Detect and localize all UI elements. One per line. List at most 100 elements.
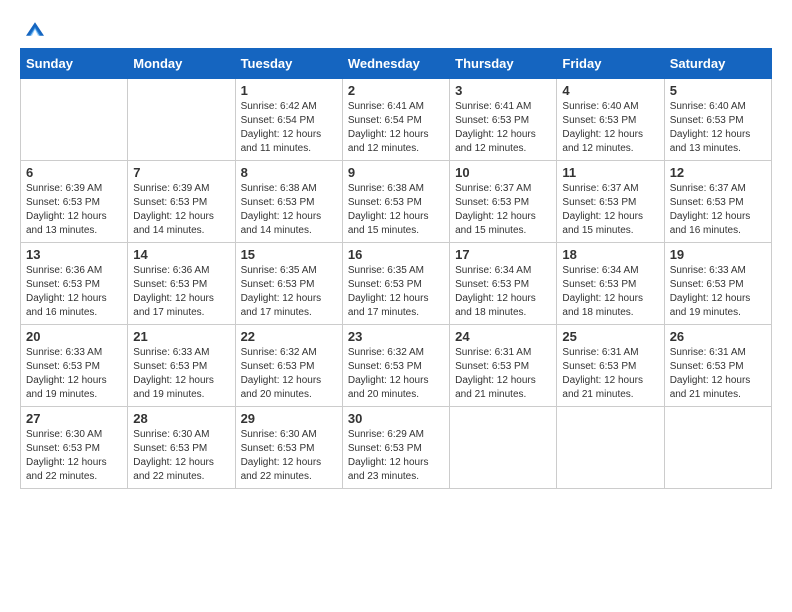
calendar-cell: 4 Sunrise: 6:40 AMSunset: 6:53 PMDaylight…	[557, 79, 664, 161]
weekday-header-sunday: Sunday	[21, 49, 128, 79]
calendar-cell: 17 Sunrise: 6:34 AMSunset: 6:53 PMDayligh…	[450, 243, 557, 325]
day-number: 15	[241, 247, 337, 262]
weekday-header-thursday: Thursday	[450, 49, 557, 79]
day-number: 25	[562, 329, 658, 344]
calendar-body: 1 Sunrise: 6:42 AMSunset: 6:54 PMDaylight…	[21, 79, 772, 489]
day-number: 19	[670, 247, 766, 262]
day-number: 10	[455, 165, 551, 180]
day-info: Sunrise: 6:35 AMSunset: 6:53 PMDaylight:…	[241, 264, 337, 320]
week-row-3: 13 Sunrise: 6:36 AMSunset: 6:53 PMDayligh…	[21, 243, 772, 325]
day-info: Sunrise: 6:30 AMSunset: 6:53 PMDaylight:…	[133, 428, 229, 484]
day-number: 8	[241, 165, 337, 180]
day-info: Sunrise: 6:31 AMSunset: 6:53 PMDaylight:…	[455, 346, 551, 402]
day-info: Sunrise: 6:31 AMSunset: 6:53 PMDaylight:…	[562, 346, 658, 402]
day-info: Sunrise: 6:30 AMSunset: 6:53 PMDaylight:…	[241, 428, 337, 484]
calendar-cell: 24 Sunrise: 6:31 AMSunset: 6:53 PMDayligh…	[450, 325, 557, 407]
day-number: 3	[455, 83, 551, 98]
logo-icon	[26, 20, 44, 38]
calendar-cell: 10Sunrise: 6:37 AMSunset: 6:53 PMDayligh…	[450, 161, 557, 243]
calendar-table: SundayMondayTuesdayWednesdayThursdayFrid…	[20, 48, 772, 489]
day-info: Sunrise: 6:33 AMSunset: 6:53 PMDaylight:…	[670, 264, 766, 320]
day-number: 13	[26, 247, 122, 262]
calendar-cell: 6 Sunrise: 6:39 AMSunset: 6:53 PMDaylight…	[21, 161, 128, 243]
weekday-header-monday: Monday	[128, 49, 235, 79]
week-row-1: 1 Sunrise: 6:42 AMSunset: 6:54 PMDaylight…	[21, 79, 772, 161]
calendar-cell: 1 Sunrise: 6:42 AMSunset: 6:54 PMDaylight…	[235, 79, 342, 161]
day-info: Sunrise: 6:41 AMSunset: 6:54 PMDaylight:…	[348, 100, 444, 156]
calendar-cell: 28 Sunrise: 6:30 AMSunset: 6:53 PMDayligh…	[128, 407, 235, 489]
day-info: Sunrise: 6:29 AMSunset: 6:53 PMDaylight:…	[348, 428, 444, 484]
calendar-cell: 27Sunrise: 6:30 AMSunset: 6:53 PMDayligh…	[21, 407, 128, 489]
day-number: 18	[562, 247, 658, 262]
day-info: Sunrise: 6:32 AMSunset: 6:53 PMDaylight:…	[348, 346, 444, 402]
day-number: 20	[26, 329, 122, 344]
week-row-4: 20 Sunrise: 6:33 AMSunset: 6:53 PMDayligh…	[21, 325, 772, 407]
weekday-header-tuesday: Tuesday	[235, 49, 342, 79]
day-number: 7	[133, 165, 229, 180]
calendar-cell: 20Sunrise: 6:33 AMSunset: 6:53 PMDayligh…	[21, 325, 128, 407]
day-info: Sunrise: 6:30 AMSunset: 6:53 PMDaylight:…	[26, 428, 122, 484]
day-number: 29	[241, 411, 337, 426]
day-number: 26	[670, 329, 766, 344]
day-info: Sunrise: 6:34 AMSunset: 6:53 PMDaylight:…	[562, 264, 658, 320]
page-header	[20, 20, 772, 38]
day-number: 2	[348, 83, 444, 98]
day-number: 28	[133, 411, 229, 426]
day-number: 30	[348, 411, 444, 426]
week-row-2: 6 Sunrise: 6:39 AMSunset: 6:53 PMDaylight…	[21, 161, 772, 243]
calendar-cell: 16 Sunrise: 6:35 AMSunset: 6:53 PMDayligh…	[342, 243, 449, 325]
calendar-cell: 13 Sunrise: 6:36 AMSunset: 6:53 PMDayligh…	[21, 243, 128, 325]
day-info: Sunrise: 6:32 AMSunset: 6:53 PMDaylight:…	[241, 346, 337, 402]
calendar-cell: 26 Sunrise: 6:31 AMSunset: 6:53 PMDayligh…	[664, 325, 771, 407]
calendar-cell	[128, 79, 235, 161]
day-info: Sunrise: 6:34 AMSunset: 6:53 PMDaylight:…	[455, 264, 551, 320]
day-number: 17	[455, 247, 551, 262]
calendar-cell: 3 Sunrise: 6:41 AMSunset: 6:53 PMDaylight…	[450, 79, 557, 161]
day-info: Sunrise: 6:40 AMSunset: 6:53 PMDaylight:…	[670, 100, 766, 156]
day-number: 4	[562, 83, 658, 98]
day-info: Sunrise: 6:31 AMSunset: 6:53 PMDaylight:…	[670, 346, 766, 402]
day-info: Sunrise: 6:36 AMSunset: 6:53 PMDaylight:…	[133, 264, 229, 320]
day-info: Sunrise: 6:33 AMSunset: 6:53 PMDaylight:…	[133, 346, 229, 402]
calendar-cell	[664, 407, 771, 489]
day-number: 5	[670, 83, 766, 98]
day-info: Sunrise: 6:39 AMSunset: 6:53 PMDaylight:…	[26, 182, 122, 238]
calendar-cell: 18 Sunrise: 6:34 AMSunset: 6:53 PMDayligh…	[557, 243, 664, 325]
day-number: 1	[241, 83, 337, 98]
day-info: Sunrise: 6:39 AMSunset: 6:53 PMDaylight:…	[133, 182, 229, 238]
weekday-header-wednesday: Wednesday	[342, 49, 449, 79]
day-number: 12	[670, 165, 766, 180]
calendar-cell: 19 Sunrise: 6:33 AMSunset: 6:53 PMDayligh…	[664, 243, 771, 325]
day-info: Sunrise: 6:35 AMSunset: 6:53 PMDaylight:…	[348, 264, 444, 320]
calendar-cell: 21 Sunrise: 6:33 AMSunset: 6:53 PMDayligh…	[128, 325, 235, 407]
weekday-header-saturday: Saturday	[664, 49, 771, 79]
calendar-cell	[450, 407, 557, 489]
day-number: 23	[348, 329, 444, 344]
day-info: Sunrise: 6:36 AMSunset: 6:53 PMDaylight:…	[26, 264, 122, 320]
calendar-cell: 25 Sunrise: 6:31 AMSunset: 6:53 PMDayligh…	[557, 325, 664, 407]
calendar-header: SundayMondayTuesdayWednesdayThursdayFrid…	[21, 49, 772, 79]
week-row-5: 27Sunrise: 6:30 AMSunset: 6:53 PMDayligh…	[21, 407, 772, 489]
day-info: Sunrise: 6:38 AMSunset: 6:53 PMDaylight:…	[348, 182, 444, 238]
day-number: 6	[26, 165, 122, 180]
day-number: 22	[241, 329, 337, 344]
day-info: Sunrise: 6:38 AMSunset: 6:53 PMDaylight:…	[241, 182, 337, 238]
logo	[20, 20, 48, 38]
calendar-cell: 5 Sunrise: 6:40 AMSunset: 6:53 PMDaylight…	[664, 79, 771, 161]
calendar-cell: 29 Sunrise: 6:30 AMSunset: 6:53 PMDayligh…	[235, 407, 342, 489]
calendar-cell: 11Sunrise: 6:37 AMSunset: 6:53 PMDayligh…	[557, 161, 664, 243]
day-info: Sunrise: 6:40 AMSunset: 6:53 PMDaylight:…	[562, 100, 658, 156]
calendar-cell: 12Sunrise: 6:37 AMSunset: 6:53 PMDayligh…	[664, 161, 771, 243]
day-number: 21	[133, 329, 229, 344]
calendar-cell: 23 Sunrise: 6:32 AMSunset: 6:53 PMDayligh…	[342, 325, 449, 407]
calendar-cell: 9 Sunrise: 6:38 AMSunset: 6:53 PMDaylight…	[342, 161, 449, 243]
day-info: Sunrise: 6:42 AMSunset: 6:54 PMDaylight:…	[241, 100, 337, 156]
day-info: Sunrise: 6:41 AMSunset: 6:53 PMDaylight:…	[455, 100, 551, 156]
day-number: 9	[348, 165, 444, 180]
day-number: 14	[133, 247, 229, 262]
day-number: 16	[348, 247, 444, 262]
weekday-row: SundayMondayTuesdayWednesdayThursdayFrid…	[21, 49, 772, 79]
calendar-cell: 7 Sunrise: 6:39 AMSunset: 6:53 PMDaylight…	[128, 161, 235, 243]
day-number: 24	[455, 329, 551, 344]
calendar-cell: 2 Sunrise: 6:41 AMSunset: 6:54 PMDaylight…	[342, 79, 449, 161]
